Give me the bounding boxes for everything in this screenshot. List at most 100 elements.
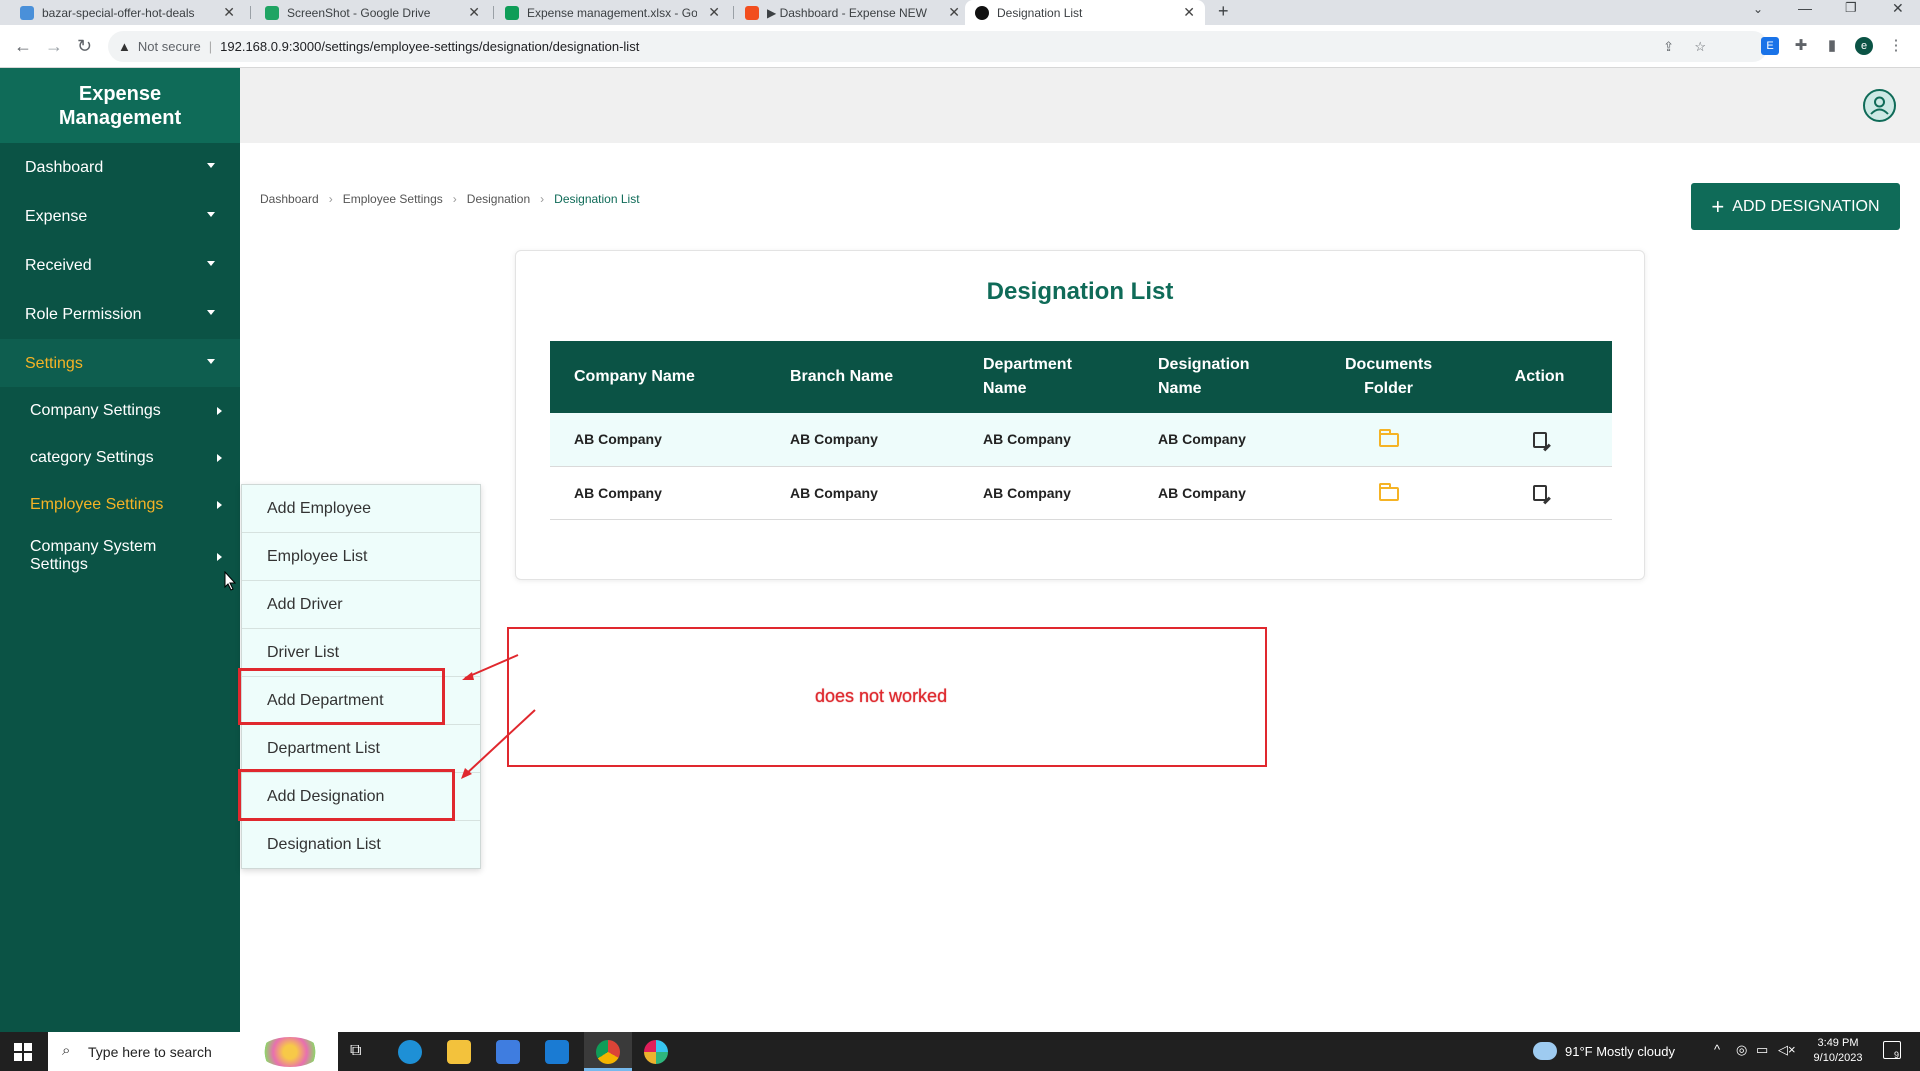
breadcrumb-current: Designation List: [554, 192, 640, 206]
caret-down-icon: [207, 163, 215, 168]
minimize-icon[interactable]: —: [1798, 0, 1812, 16]
designation-list-card: Designation List Company Name Branch Nam…: [515, 250, 1645, 580]
extensions-puzzle-icon[interactable]: ✚: [1792, 37, 1810, 55]
sidebar-item-settings[interactable]: Settings: [0, 339, 240, 388]
breadcrumb-employee-settings[interactable]: Employee Settings: [343, 192, 443, 206]
sidebar-item-received[interactable]: Received: [0, 241, 240, 290]
brand-line-2: Management: [58, 107, 182, 129]
windows-start-icon[interactable]: [14, 1043, 32, 1061]
sidebar-subitem-company-settings[interactable]: Company Settings: [0, 387, 240, 434]
caret-right-icon: [217, 553, 222, 561]
network-icon[interactable]: ▭: [1756, 1042, 1768, 1058]
column-header: Documents Folder: [1310, 341, 1468, 413]
close-icon[interactable]: ✕: [708, 4, 720, 21]
chevron-up-icon[interactable]: ^: [1714, 1042, 1720, 1057]
sidebar-subitem-category-settings[interactable]: category Settings: [0, 434, 240, 481]
extension-icon[interactable]: E: [1761, 37, 1779, 55]
browser-tab[interactable]: bazar-special-offer-hot-deals ✕: [10, 0, 245, 25]
microsoft-store-icon[interactable]: [496, 1040, 520, 1064]
cell-company: AB Company: [550, 413, 766, 467]
search-icon: ⌕: [62, 1042, 71, 1059]
browser-tab-active[interactable]: Designation List ✕: [965, 0, 1205, 25]
annotation-arrows: [461, 654, 536, 779]
caret-down-icon: [207, 359, 215, 364]
close-icon[interactable]: ✕: [223, 4, 235, 21]
breadcrumb-dashboard[interactable]: Dashboard: [260, 192, 319, 206]
flyout-item-add-employee[interactable]: Add Employee: [242, 485, 480, 533]
sidebar-item-expense[interactable]: Expense: [0, 192, 240, 241]
restore-icon[interactable]: ❐: [1845, 0, 1857, 16]
notification-icon[interactable]: 9: [1883, 1041, 1901, 1060]
taskbar-search[interactable]: ⌕ Type here to search: [48, 1032, 338, 1071]
sidebar-subitem-label: Company System: [30, 538, 157, 555]
chevron-right-icon: ›: [540, 192, 545, 206]
cell-company: AB Company: [550, 466, 766, 520]
cell-action: [1467, 466, 1612, 520]
annotation-arrow: [464, 654, 519, 679]
reload-icon[interactable]: ↻: [77, 36, 92, 57]
browser-tab[interactable]: ▶ Dashboard - Expense NEW ✕: [735, 0, 970, 25]
sidebar-item-dashboard[interactable]: Dashboard: [0, 143, 240, 192]
browser-menu-icon[interactable]: ⋮: [1887, 37, 1905, 55]
file-explorer-icon[interactable]: [447, 1040, 471, 1064]
chrome-taskbar-button[interactable]: [584, 1032, 632, 1071]
clock-time: 3:49 PM: [1817, 1037, 1859, 1049]
browser-tab[interactable]: Expense management.xlsx - Goo ✕: [495, 0, 730, 25]
search-highlight-icon: [260, 1037, 320, 1067]
browser-toolbar: ← → ↻ ▲ Not secure | 192.168.0.9:3000/se…: [0, 25, 1920, 68]
meet-now-icon[interactable]: ◎: [1736, 1042, 1747, 1058]
site-favicon-icon: [20, 5, 34, 20]
annotation-note: does not worked: [815, 686, 948, 706]
flyout-item-department-list[interactable]: Department List: [242, 725, 480, 773]
edge-icon[interactable]: [398, 1040, 422, 1064]
edit-icon[interactable]: [1532, 431, 1547, 448]
google-drive-icon: [265, 5, 279, 20]
tab-divider: [493, 6, 494, 19]
task-view-icon[interactable]: ⧉: [350, 1042, 361, 1060]
table-row: AB Company AB Company AB Company AB Comp…: [550, 413, 1612, 467]
address-bar[interactable]: ▲ Not secure | 192.168.0.9:3000/settings…: [108, 31, 1768, 62]
figma-icon: [745, 5, 759, 20]
cell-designation: AB Company: [1134, 466, 1310, 520]
caret-right-icon: [217, 407, 222, 415]
profile-avatar[interactable]: e: [1855, 37, 1873, 55]
slack-icon[interactable]: [644, 1040, 668, 1064]
edit-icon[interactable]: [1532, 485, 1547, 502]
tab-search-chevron-icon[interactable]: ⌄: [1753, 2, 1763, 16]
bookmark-star-icon[interactable]: ☆: [1694, 39, 1706, 55]
weather-text[interactable]: 91°F Mostly cloudy: [1565, 1044, 1675, 1059]
side-panel-icon[interactable]: ▮: [1823, 37, 1841, 55]
warning-icon: ▲: [118, 39, 131, 54]
folder-icon[interactable]: [1378, 429, 1399, 448]
annotation-highlight-box: [238, 668, 445, 725]
back-icon[interactable]: ←: [14, 36, 32, 57]
breadcrumb-designation[interactable]: Designation: [467, 192, 530, 206]
flyout-item-designation-list[interactable]: Designation List: [242, 821, 480, 869]
arrow-head-icon: [462, 672, 474, 680]
flyout-item-add-driver[interactable]: Add Driver: [242, 581, 480, 629]
share-icon[interactable]: ⇪: [1663, 39, 1674, 55]
close-icon[interactable]: ✕: [1183, 4, 1195, 21]
flyout-item-employee-list[interactable]: Employee List: [242, 533, 480, 581]
window-close-icon[interactable]: ✕: [1892, 0, 1904, 17]
new-tab-icon[interactable]: +: [1218, 1, 1229, 22]
sidebar-subitem-employee-settings[interactable]: Employee Settings: [0, 481, 240, 528]
tab-title: bazar-special-offer-hot-deals: [42, 5, 195, 20]
sidebar-subitem-company-system-settings[interactable]: Company System Settings: [0, 528, 240, 584]
sidebar-item-role-permission[interactable]: Role Permission: [0, 290, 240, 339]
user-account-icon[interactable]: [1863, 89, 1896, 122]
mail-icon[interactable]: [545, 1040, 569, 1064]
volume-muted-icon[interactable]: ◁×: [1778, 1042, 1796, 1058]
caret-right-icon: [217, 501, 222, 509]
close-icon[interactable]: ✕: [468, 4, 480, 21]
forward-icon[interactable]: →: [45, 36, 63, 57]
browser-tab[interactable]: ScreenShot - Google Drive ✕: [255, 0, 490, 25]
annotation-highlight-box: [238, 769, 455, 821]
add-designation-button[interactable]: + ADD DESIGNATION: [1691, 183, 1900, 230]
cell-documents: [1310, 413, 1468, 467]
clock[interactable]: 3:49 PM 9/10/2023: [1808, 1036, 1868, 1066]
folder-icon[interactable]: [1378, 482, 1399, 501]
column-header: Action: [1467, 341, 1612, 413]
close-icon[interactable]: ✕: [948, 4, 960, 21]
mouse-cursor-icon: [224, 570, 237, 591]
